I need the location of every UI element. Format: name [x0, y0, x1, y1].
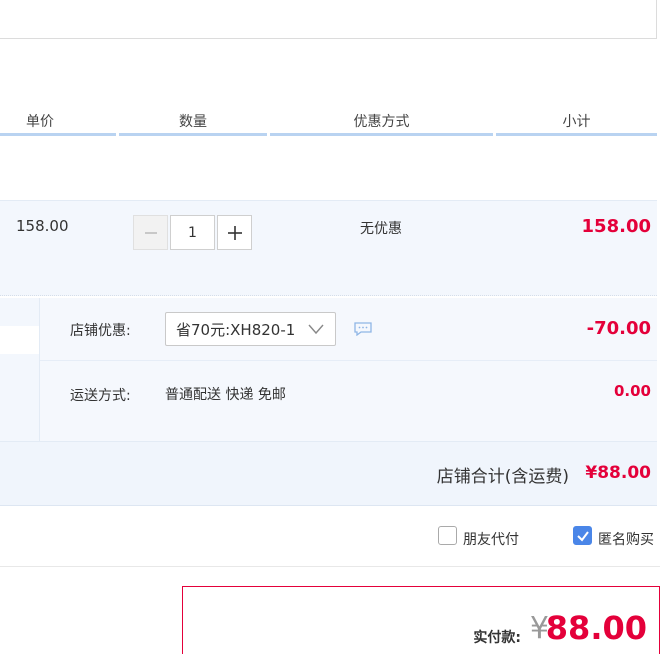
check-icon [577, 531, 589, 542]
payment-summary-box: 实付款: ¥ 88.00 [182, 586, 660, 654]
shipping-fee: 0.00 [613, 382, 651, 400]
anonymous-purchase-label[interactable]: 匿名购买 [598, 529, 654, 549]
payment-label: 实付款: [473, 630, 521, 646]
top-input-box [0, 0, 657, 39]
increase-quantity-button[interactable] [217, 215, 252, 250]
shop-total-value: ¥88.00 [585, 463, 651, 483]
item-promotion: 无优惠 [360, 221, 402, 237]
chevron-down-icon [308, 324, 324, 335]
friend-pay-checkbox[interactable] [438, 526, 457, 545]
column-header-promotion: 优惠方式 [270, 112, 493, 136]
coupon-selected-value: 省70元:XH820-1 [176, 320, 296, 339]
shop-coupon-select[interactable]: 省70元:XH820-1 [165, 312, 336, 346]
order-options-row: 朋友代付 匿名购买 [0, 507, 660, 567]
anonymous-purchase-checkbox[interactable] [573, 526, 592, 545]
minus-icon [144, 231, 157, 234]
shop-summary-block: 店铺优惠: 省70元:XH820-1 -70.00 运送方式: 普通配送 快递 … [0, 298, 657, 442]
payment-amount: 88.00 [545, 609, 647, 647]
plus-icon [227, 225, 242, 240]
decrease-quantity-button[interactable] [133, 215, 168, 250]
message-icon[interactable] [354, 322, 372, 336]
shipping-label: 运送方式: [70, 388, 131, 404]
order-item-row: 158.00 1 无优惠 158.00 [0, 200, 657, 296]
column-header-subtotal: 小计 [496, 112, 657, 136]
column-header-quantity: 数量 [119, 112, 267, 136]
friend-pay-label[interactable]: 朋友代付 [463, 529, 519, 549]
coupon-label: 店铺优惠: [70, 323, 131, 339]
quantity-input[interactable]: 1 [170, 215, 215, 250]
column-header-unit-price: 单价 [0, 112, 116, 136]
shipping-method: 普通配送 快递 免邮 [165, 387, 286, 403]
shop-total-row: 店铺合计(含运费) ¥88.00 [0, 442, 657, 506]
shop-total-label: 店铺合计(含运费) [436, 467, 569, 487]
item-unit-price: 158.00 [16, 217, 69, 235]
coupon-discount: -70.00 [586, 318, 651, 339]
item-subtotal: 158.00 [581, 216, 651, 237]
quantity-stepper: 1 [133, 215, 252, 250]
